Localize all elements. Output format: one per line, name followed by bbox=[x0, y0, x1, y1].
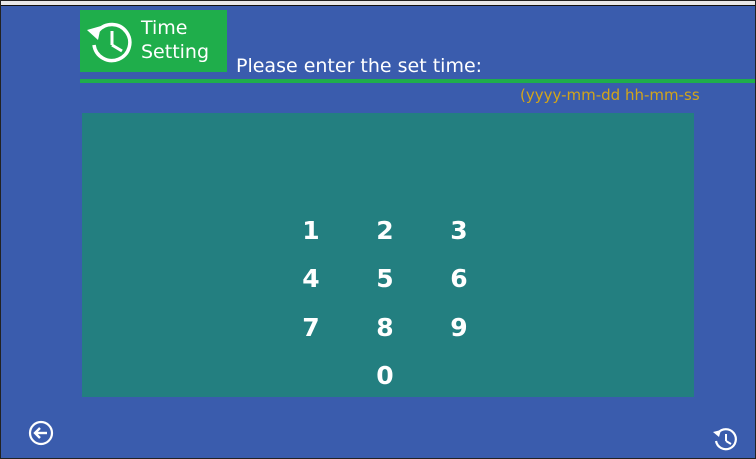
reset-time-button[interactable] bbox=[710, 424, 740, 454]
history-clock-icon bbox=[713, 428, 737, 451]
prompt-text: Please enter the set time: bbox=[236, 55, 483, 77]
key-7[interactable]: 7 bbox=[291, 308, 331, 348]
key-8[interactable]: 8 bbox=[365, 308, 405, 348]
back-button[interactable] bbox=[26, 418, 56, 448]
header-divider bbox=[80, 79, 755, 83]
back-arrow-circle-icon bbox=[28, 420, 54, 446]
time-setting-screen: Time Setting Please enter the set time: … bbox=[0, 0, 756, 459]
clock-history-icon bbox=[87, 22, 132, 63]
page-title: Time Setting bbox=[141, 16, 209, 64]
key-9[interactable]: 9 bbox=[439, 308, 479, 348]
format-hint: (yyyy-mm-dd hh-mm-ss bbox=[520, 86, 700, 104]
key-0[interactable]: 0 bbox=[365, 356, 405, 396]
title-badge: Time Setting bbox=[80, 10, 227, 72]
title-line-1: Time bbox=[141, 17, 188, 39]
key-3[interactable]: 3 bbox=[439, 211, 479, 251]
key-6[interactable]: 6 bbox=[439, 259, 479, 299]
key-4[interactable]: 4 bbox=[291, 259, 331, 299]
key-2[interactable]: 2 bbox=[365, 211, 405, 251]
key-1[interactable]: 1 bbox=[291, 211, 331, 251]
title-line-2: Setting bbox=[141, 41, 210, 63]
keypad-panel: 1 2 3 4 5 6 7 8 9 0 bbox=[82, 113, 694, 397]
top-border bbox=[1, 1, 755, 6]
key-5[interactable]: 5 bbox=[365, 259, 405, 299]
